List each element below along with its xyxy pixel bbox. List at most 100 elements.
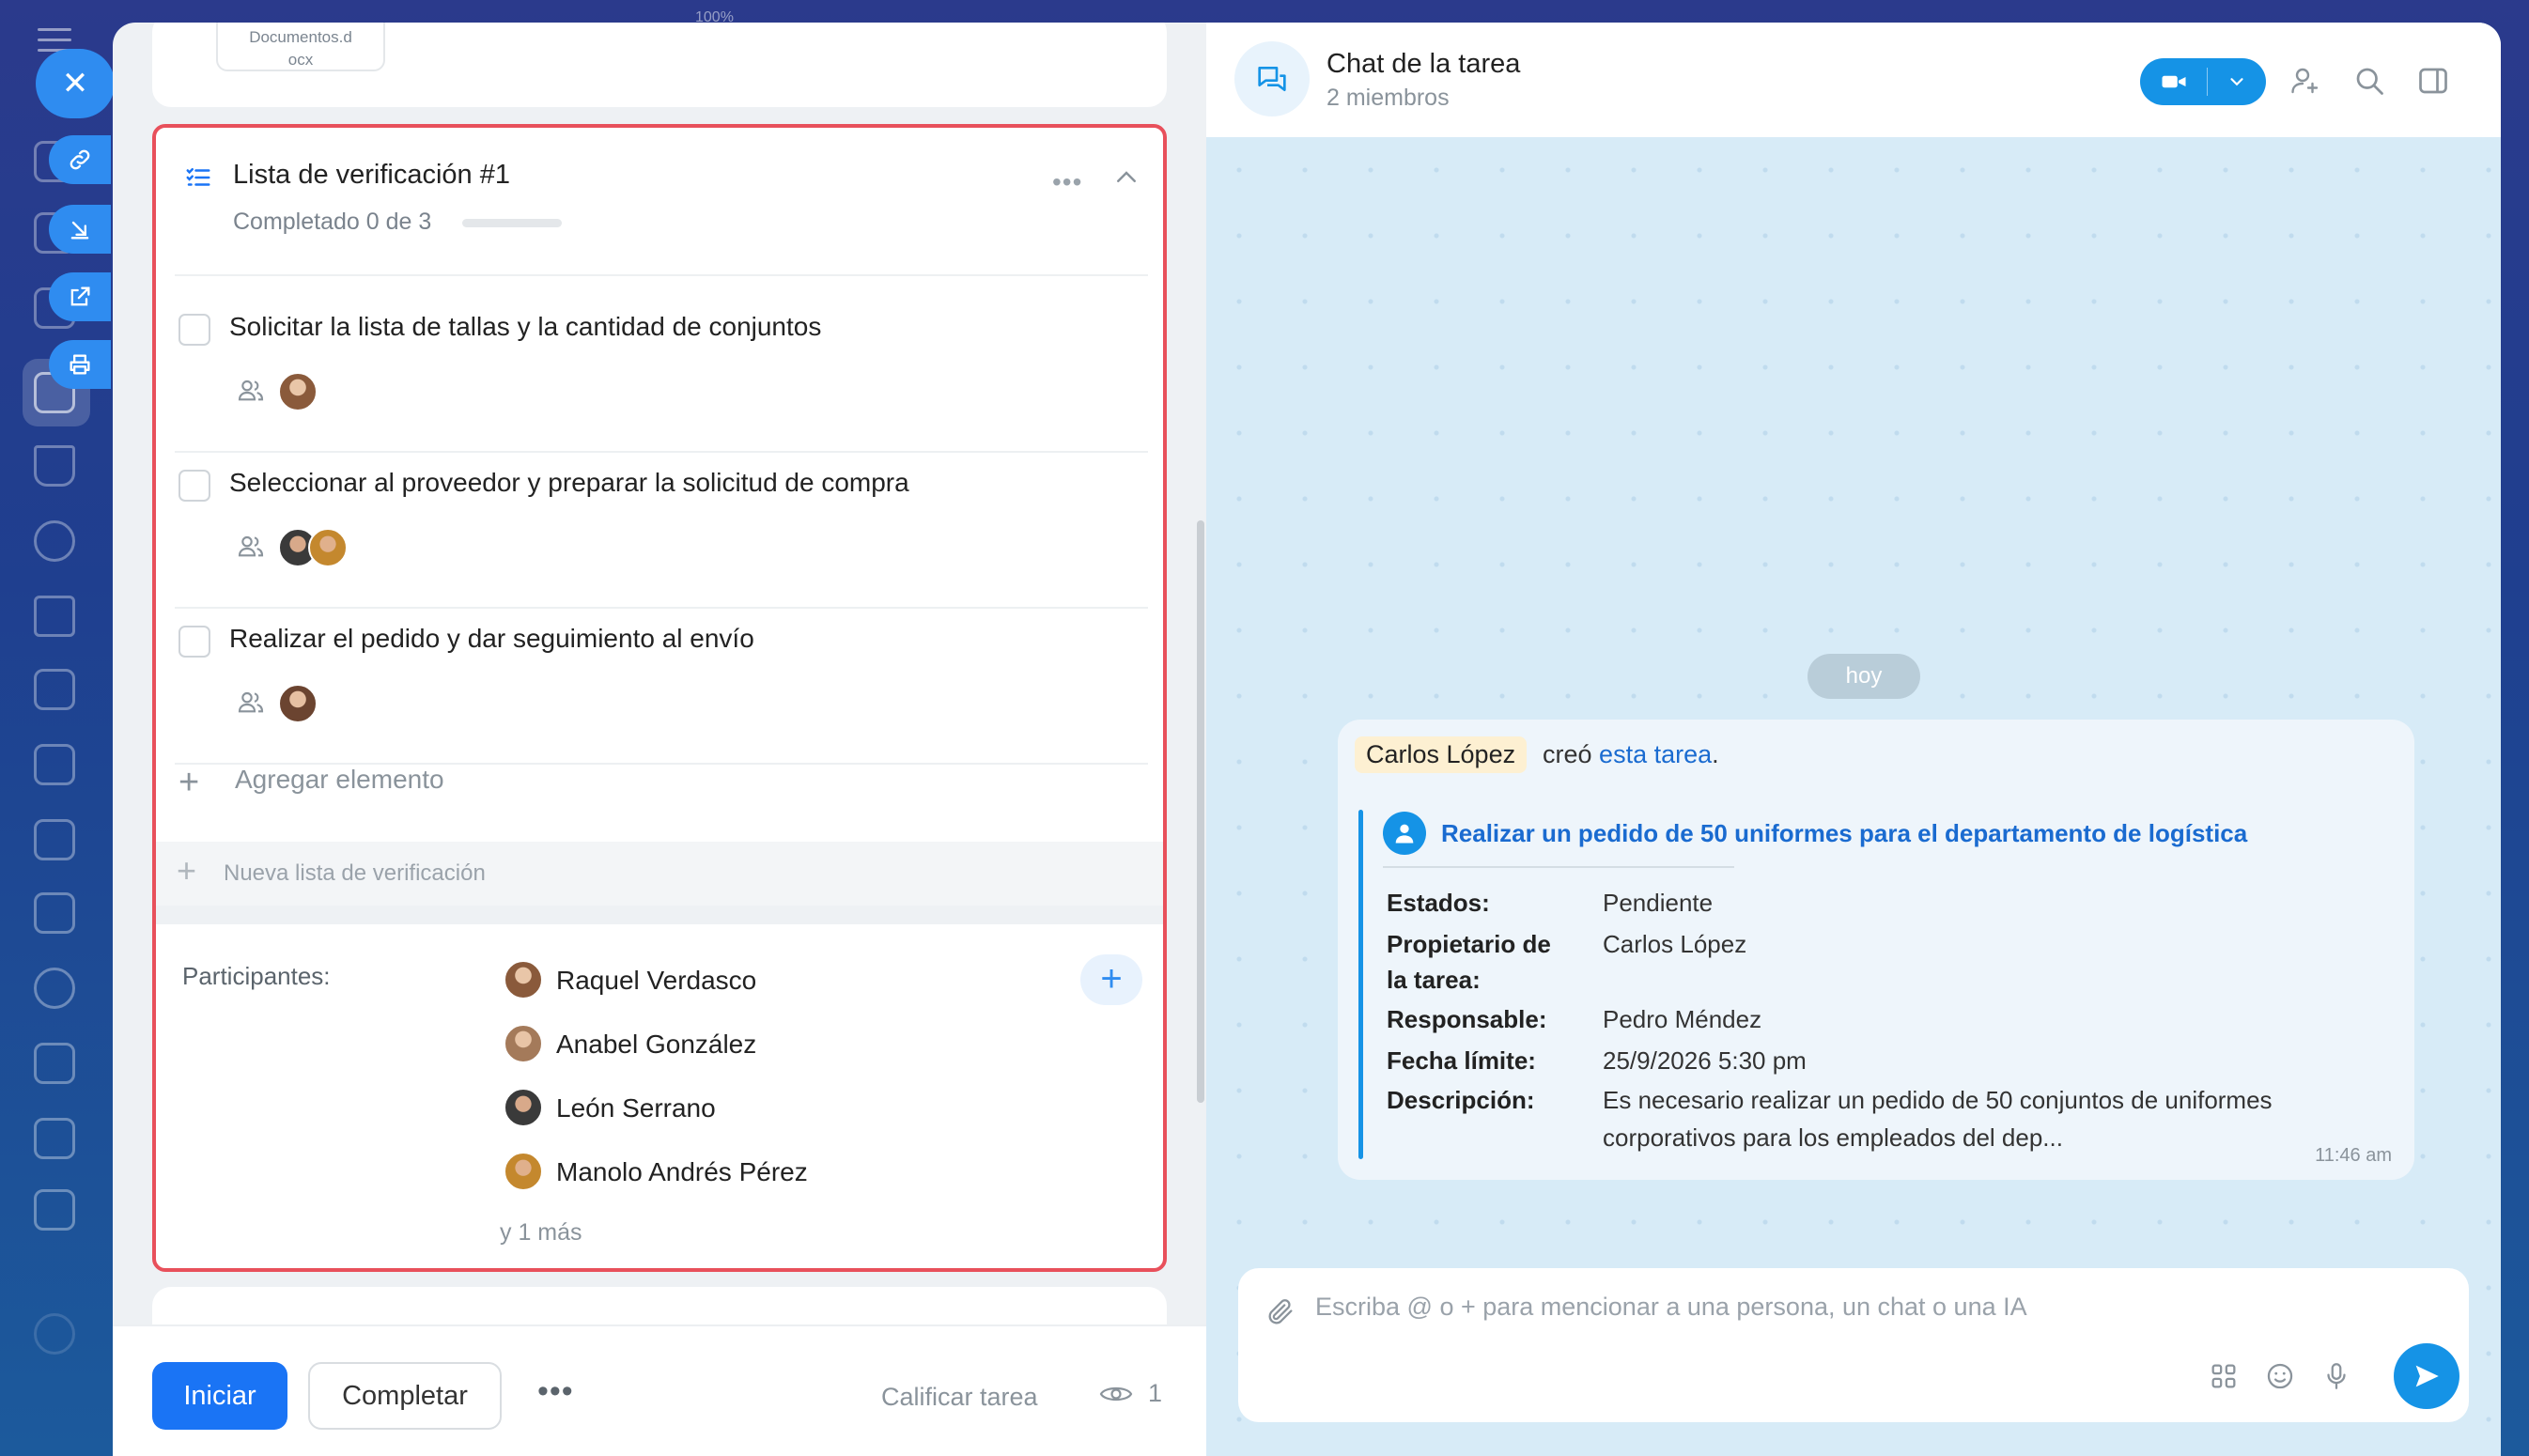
message-created-text: creó esta tarea. <box>1543 740 1719 769</box>
start-button[interactable]: Iniciar <box>152 1362 287 1430</box>
field-label-description: Descripción: <box>1387 1086 1535 1114</box>
complete-button[interactable]: Completar <box>308 1362 502 1430</box>
minimize-button[interactable] <box>49 205 111 254</box>
apps-grid-icon[interactable] <box>2208 1360 2240 1392</box>
arrow-down-right-icon <box>70 221 89 240</box>
avatar <box>504 1024 543 1063</box>
nav-crm-icon[interactable] <box>34 520 75 562</box>
rate-task-link[interactable]: Calificar tarea <box>881 1383 1038 1412</box>
new-checklist-button[interactable]: + Nueva lista de verificación <box>156 842 1163 906</box>
people-icon[interactable] <box>235 688 267 718</box>
item-text[interactable]: Seleccionar al proveedor y preparar la s… <box>229 468 909 498</box>
checklist-icon <box>186 168 210 186</box>
more-actions-button[interactable]: ••• <box>537 1373 574 1410</box>
item-checkbox[interactable] <box>178 626 210 658</box>
message-input[interactable]: Escriba @ o + para mencionar a una perso… <box>1315 1293 2027 1322</box>
avatar[interactable] <box>278 372 318 411</box>
video-camera-icon <box>2162 75 2185 88</box>
add-participant-button[interactable]: + <box>1080 954 1142 1005</box>
print-button[interactable] <box>49 340 111 389</box>
checklist-more-menu[interactable]: ••• <box>1052 167 1082 197</box>
nav-analytics-icon[interactable] <box>34 968 75 1009</box>
chat-title: Chat de la tarea <box>1327 49 1521 79</box>
chat-header: Chat de la tarea 2 miembros <box>1206 23 2501 137</box>
next-card <box>152 1287 1167 1324</box>
emoji-icon[interactable] <box>2264 1360 2296 1392</box>
nav-shop-icon[interactable] <box>34 445 75 487</box>
chevron-down-icon <box>2230 78 2243 86</box>
message-composer: Escriba @ o + para mencionar a una perso… <box>1238 1268 2469 1422</box>
avatar <box>504 1088 543 1127</box>
views-counter[interactable]: 1 <box>1099 1379 1162 1408</box>
created-verb: creó <box>1543 740 1592 768</box>
people-icon[interactable] <box>235 376 267 406</box>
field-value-responsible: Pedro Méndez <box>1603 1005 1762 1033</box>
message-author[interactable]: Carlos López <box>1355 736 1528 773</box>
message-period: . <box>1712 740 1719 768</box>
people-icon[interactable] <box>235 532 267 562</box>
checklist-title[interactable]: Lista de verificación #1 <box>233 160 510 191</box>
task-title-link[interactable]: Realizar un pedido de 50 uniformes para … <box>1441 819 2247 848</box>
sidebar-toggle-icon[interactable] <box>2416 64 2450 98</box>
participant-name: Manolo Andrés Pérez <box>556 1157 808 1186</box>
field-value-owner: Carlos López <box>1603 930 1747 958</box>
field-value-deadline: 25/9/2026 5:30 pm <box>1603 1046 1807 1075</box>
field-value-description: Es necesario realizar un pedido de 50 co… <box>1603 1086 2273 1114</box>
checklist-item: Solicitar la lista de tallas y la cantid… <box>156 297 1163 453</box>
file-attachment[interactable]: Documentos.d ocx <box>216 23 385 71</box>
field-label-owner-line2: la tarea: <box>1387 966 1481 994</box>
nav-sites-icon[interactable] <box>34 819 75 860</box>
close-slider-button[interactable]: ✕ <box>36 49 115 118</box>
chat-members-count[interactable]: 2 miembros <box>1327 85 1450 112</box>
field-label-deadline: Fecha límite: <box>1387 1046 1536 1075</box>
nav-settings-icon[interactable] <box>34 1313 75 1355</box>
send-button[interactable] <box>2394 1343 2459 1409</box>
message-time: 11:46 am <box>2315 1145 2392 1166</box>
item-checkbox[interactable] <box>178 314 210 346</box>
field-label-status: Estados: <box>1387 889 1490 917</box>
nav-automation-icon[interactable] <box>34 1118 75 1159</box>
search-icon[interactable] <box>2352 64 2386 98</box>
chevron-up-icon[interactable] <box>1112 163 1140 192</box>
task-detail-panel: Documentos.d ocx Lista de verificación #… <box>113 23 1206 1456</box>
nav-sign-icon[interactable] <box>34 1189 75 1231</box>
microphone-icon[interactable] <box>2320 1360 2352 1392</box>
views-count: 1 <box>1148 1379 1163 1407</box>
field-value-status: Pendiente <box>1603 889 1714 917</box>
avatar[interactable] <box>308 528 348 567</box>
nav-docs-icon[interactable] <box>34 744 75 785</box>
chat-avatar <box>1234 41 1310 116</box>
send-icon <box>2415 1365 2439 1387</box>
scrollbar[interactable] <box>1197 520 1204 1103</box>
nav-mail-icon[interactable] <box>34 596 75 637</box>
checklist-item: Seleccionar al proveedor y preparar la s… <box>156 453 1163 609</box>
item-text[interactable]: Solicitar la lista de tallas y la cantid… <box>229 312 821 342</box>
task-chat-panel: Chat de la tarea 2 miembros hoy Carlos L… <box>1206 23 2501 1456</box>
task-link[interactable]: esta tarea <box>1599 740 1712 768</box>
paperclip-icon[interactable] <box>1264 1296 1296 1328</box>
plus-icon: + <box>177 851 197 890</box>
avatar <box>504 1152 543 1191</box>
open-new-window-button[interactable] <box>49 272 111 321</box>
item-text[interactable]: Realizar el pedido y dar seguimiento al … <box>229 624 754 654</box>
copy-link-button[interactable] <box>49 135 111 184</box>
add-user-icon[interactable] <box>2289 64 2322 98</box>
participant-name: Raquel Verdasco <box>556 966 757 995</box>
checklist-progress-text: Completado 0 de 3 <box>233 209 432 235</box>
participant-name: León Serrano <box>556 1093 716 1123</box>
participant-name: Anabel González <box>556 1030 757 1059</box>
more-participants-link[interactable]: y 1 más <box>500 1219 582 1247</box>
divider <box>175 274 1148 276</box>
printer-icon <box>70 354 90 375</box>
nav-calendar-icon[interactable] <box>34 669 75 710</box>
avatar[interactable] <box>278 684 318 723</box>
link-icon <box>70 149 90 170</box>
video-call-button[interactable] <box>2140 58 2266 105</box>
checklist-section: Lista de verificación #1 Completado 0 de… <box>152 124 1167 1272</box>
item-checkbox[interactable] <box>178 470 210 502</box>
add-item-button[interactable]: + Agregar elemento <box>178 763 444 803</box>
nav-schedule-icon[interactable] <box>34 1043 75 1084</box>
quote-separator <box>1383 866 1734 868</box>
nav-inventory-icon[interactable] <box>34 892 75 934</box>
participants-label: Participantes: <box>182 962 331 990</box>
